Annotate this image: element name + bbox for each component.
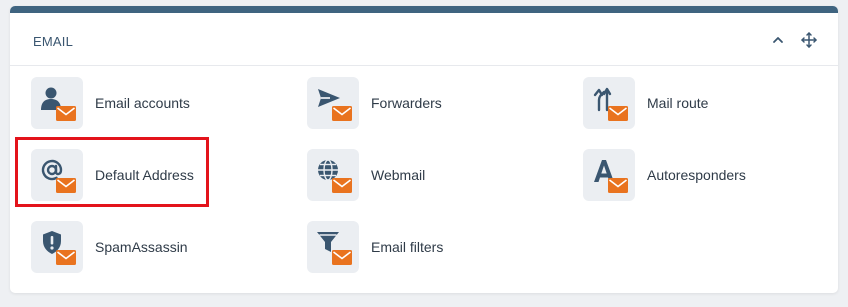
move-arrows-icon [801,32,817,48]
envelope-icon [332,178,352,193]
envelope-icon [608,106,628,121]
panel-title: EMAIL [33,34,74,49]
tile-label: SpamAssassin [95,239,188,255]
tile-icon-box [583,77,635,129]
envelope-icon [56,250,76,265]
panel-header: EMAIL [10,13,838,66]
tile-label: Email accounts [95,95,190,111]
tile-autoresponders[interactable]: Autoresponders [583,149,746,201]
envelope-icon [56,106,76,121]
tile-spamassassin[interactable]: SpamAssassin [31,221,188,273]
tile-icon-box [307,77,359,129]
tile-icon-box [31,149,83,201]
panel-accent-bar [10,6,838,13]
tile-default-address[interactable]: Default Address [31,149,194,201]
tile-email-accounts[interactable]: Email accounts [31,77,190,129]
tile-icon-box [583,149,635,201]
tile-label: Forwarders [371,95,442,111]
tile-mail-route[interactable]: Mail route [583,77,708,129]
tile-icon-box [31,221,83,273]
envelope-icon [332,106,352,121]
tile-label: Email filters [371,239,444,255]
tile-label: Webmail [371,167,426,183]
chevron-up-icon [773,37,783,43]
tile-webmail[interactable]: Webmail [307,149,425,201]
collapse-button[interactable] [769,31,787,49]
move-handle[interactable] [800,31,818,49]
email-panel: EMAIL Email accounts Forwarders Mail rou… [10,6,838,293]
tile-label: Autoresponders [647,167,746,183]
envelope-icon [56,178,76,193]
tile-forwarders[interactable]: Forwarders [307,77,442,129]
tile-label: Mail route [647,95,709,111]
tile-icon-box [307,149,359,201]
envelope-icon [608,178,628,193]
envelope-icon [332,250,352,265]
tile-icon-box [31,77,83,129]
tile-label: Default Address [95,167,194,183]
tile-email-filters[interactable]: Email filters [307,221,443,273]
tile-icon-box [307,221,359,273]
